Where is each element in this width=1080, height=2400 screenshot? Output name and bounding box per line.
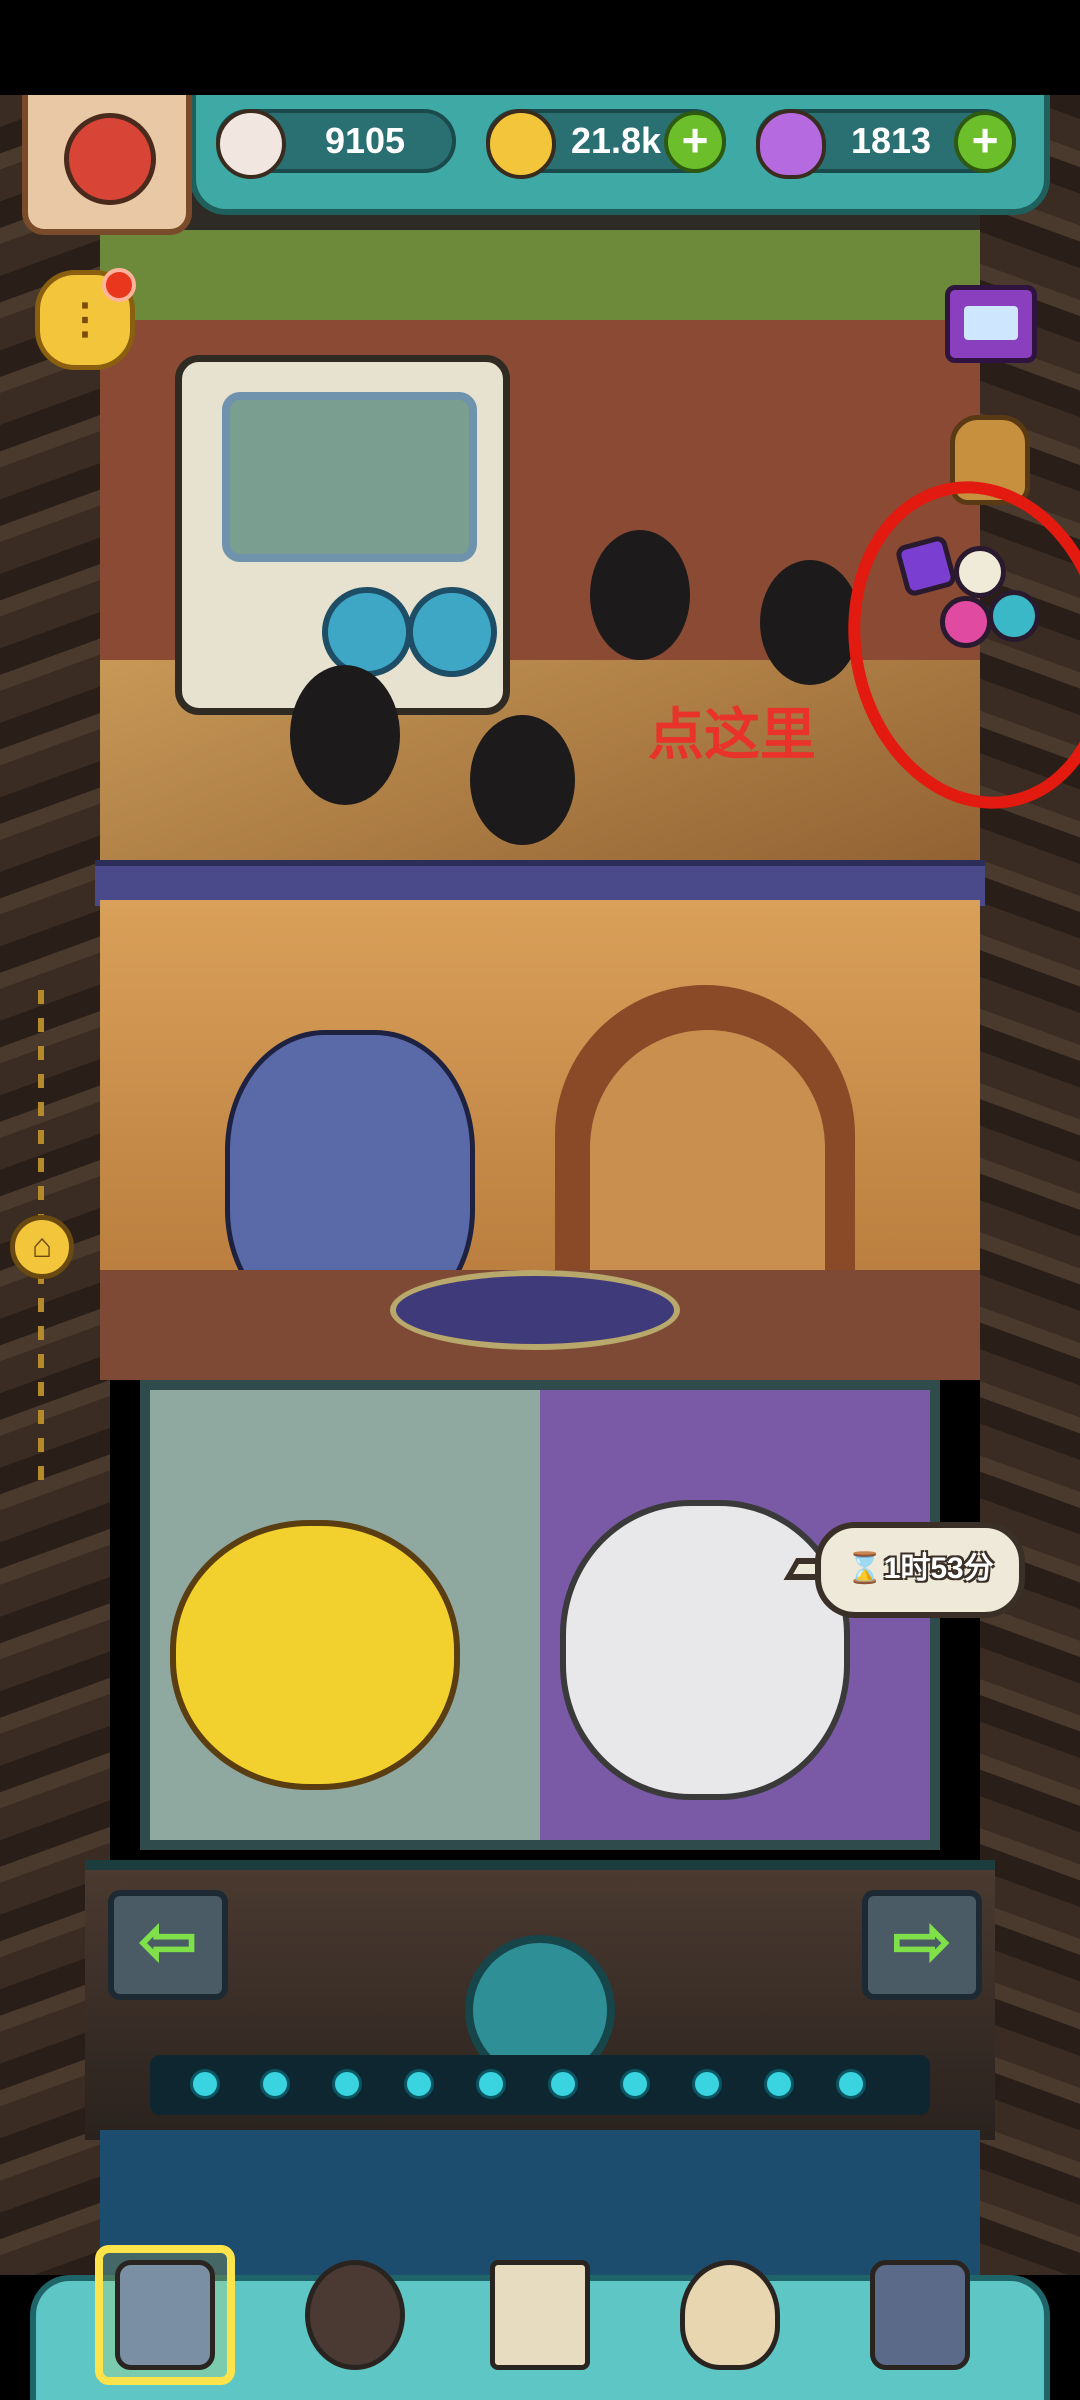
notification-dot bbox=[102, 268, 136, 302]
add-potions-button[interactable]: + bbox=[954, 111, 1016, 173]
annotation-hint-text: 点这里 bbox=[648, 703, 816, 766]
next-floor-button[interactable]: ⇨ bbox=[862, 1890, 982, 2000]
light-icon bbox=[332, 2069, 362, 2099]
light-icon bbox=[620, 2069, 650, 2099]
archway-inner bbox=[590, 1030, 825, 1305]
video-ad-button[interactable] bbox=[945, 285, 1037, 363]
player-avatar[interactable] bbox=[22, 95, 192, 235]
yellow-chick-monster[interactable] bbox=[170, 1520, 460, 1790]
light-icon bbox=[404, 2069, 434, 2099]
resource-bar: 9105 21.8k + 1813 + bbox=[190, 95, 1050, 215]
tab-book[interactable] bbox=[480, 2250, 600, 2380]
rug bbox=[390, 1270, 680, 1350]
potions-counter: 1813 + bbox=[756, 109, 1016, 179]
coins-counter: 21.8k + bbox=[486, 109, 726, 179]
gauge-icon bbox=[407, 587, 497, 677]
soot-worker[interactable] bbox=[760, 560, 860, 685]
tv-icon bbox=[964, 306, 1018, 340]
hourglass-icon: ⌛ bbox=[846, 1552, 884, 1585]
prev-floor-button[interactable]: ⇦ bbox=[108, 1890, 228, 2000]
light-icon bbox=[548, 2069, 578, 2099]
eyes-counter: 9105 bbox=[216, 109, 456, 179]
light-icon bbox=[836, 2069, 866, 2099]
timer-text: 1时53分 bbox=[883, 1552, 994, 1585]
light-icon bbox=[476, 2069, 506, 2099]
avatar bbox=[64, 113, 156, 205]
timer-bubble[interactable]: ⌛1时53分 bbox=[815, 1522, 1025, 1618]
open-book-icon bbox=[490, 2260, 590, 2370]
oven-window bbox=[222, 392, 477, 562]
purple-potion-icon bbox=[756, 109, 826, 179]
fire-monster-icon bbox=[305, 2260, 405, 2370]
indicator-lights bbox=[150, 2055, 930, 2115]
tab-monster[interactable] bbox=[295, 2250, 415, 2380]
eyeball-icon bbox=[216, 109, 286, 179]
tab-more[interactable] bbox=[860, 2250, 980, 2380]
soot-worker[interactable] bbox=[590, 530, 690, 660]
bird-scientist-monster[interactable] bbox=[560, 1500, 850, 1800]
light-icon bbox=[764, 2069, 794, 2099]
light-icon bbox=[692, 2069, 722, 2099]
home-button[interactable]: ⌂ bbox=[10, 1215, 74, 1279]
tab-base[interactable] bbox=[105, 2250, 225, 2380]
soot-worker[interactable] bbox=[290, 665, 400, 805]
oven-machine[interactable] bbox=[175, 355, 510, 715]
coin-sack-icon bbox=[680, 2260, 780, 2370]
status-bar bbox=[0, 0, 1080, 95]
add-coins-button[interactable]: + bbox=[664, 111, 726, 173]
tab-shop[interactable] bbox=[670, 2250, 790, 2380]
grid-icon bbox=[870, 2260, 970, 2370]
eyes-value: 9105 bbox=[324, 120, 406, 161]
potions-value: 1813 bbox=[850, 120, 932, 161]
soot-worker[interactable] bbox=[470, 715, 575, 845]
gauge-icon bbox=[322, 587, 412, 677]
coins-value: 21.8k bbox=[570, 120, 662, 161]
building-icon bbox=[115, 2260, 215, 2370]
light-icon bbox=[190, 2069, 220, 2099]
gold-coin-icon bbox=[486, 109, 556, 179]
light-icon bbox=[260, 2069, 290, 2099]
